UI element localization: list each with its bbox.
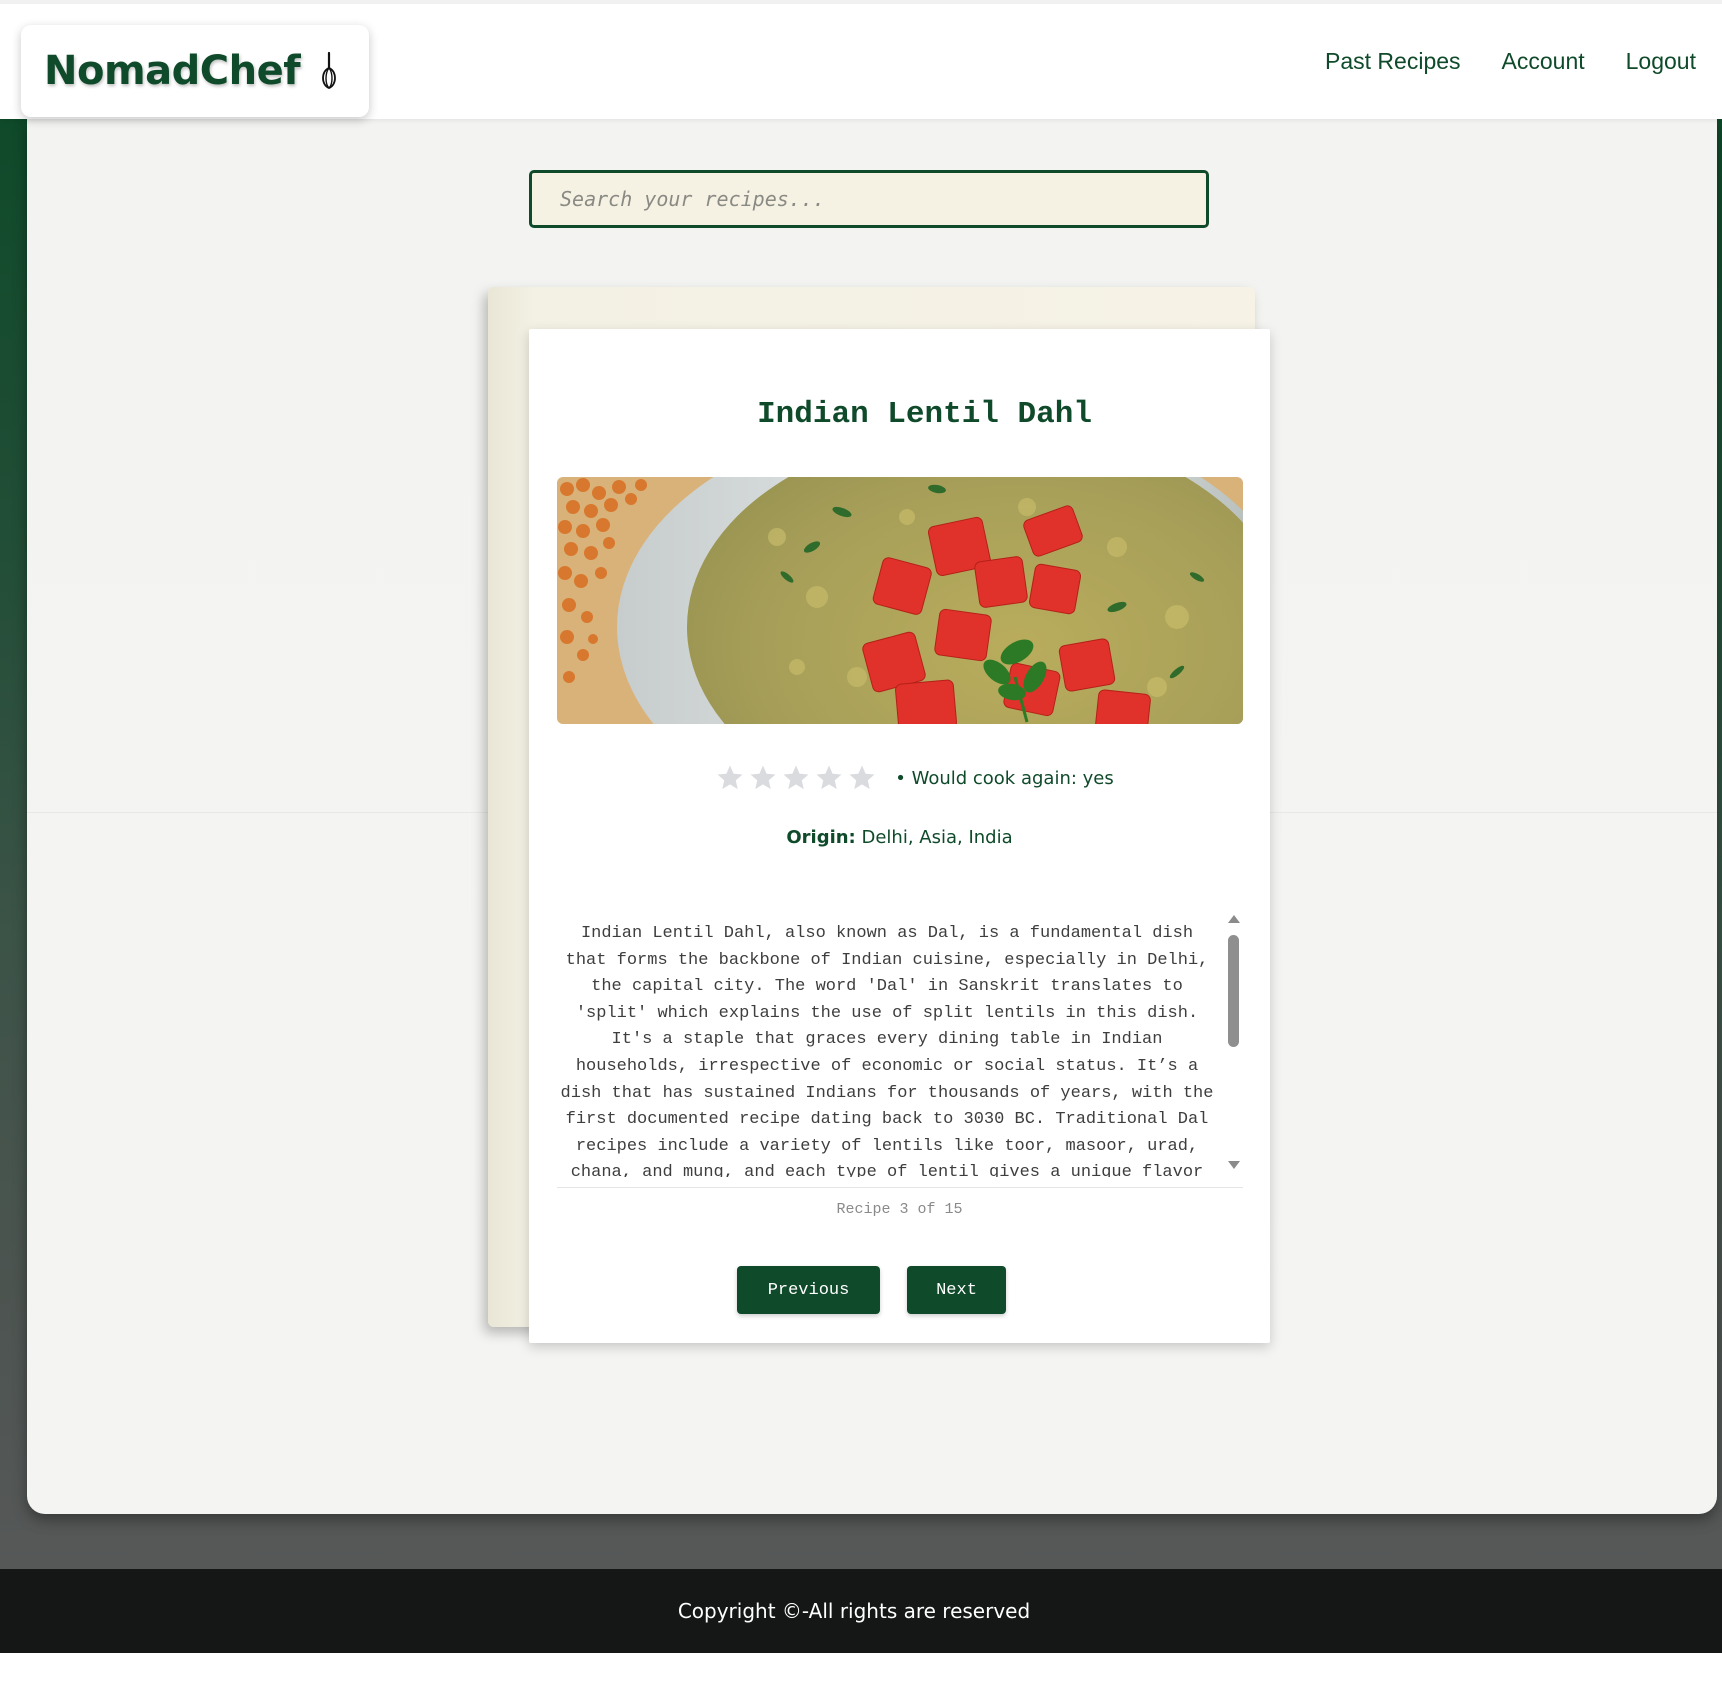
whisk-icon [318,51,340,91]
star-icon[interactable] [715,763,745,793]
search-input[interactable] [529,170,1209,228]
nav-logout[interactable]: Logout [1626,48,1696,75]
card-divider [557,1187,1243,1188]
recipe-counter: Recipe 3 of 15 [836,1201,963,1218]
scroll-thumb[interactable] [1228,935,1239,1047]
star-rating[interactable] [715,763,877,793]
description-scroll-area[interactable]: Indian Lentil Dahl, also known as Dal, i… [557,909,1243,1177]
nav-account[interactable]: Account [1502,48,1585,75]
main-nav: Past Recipes Account Logout [1325,48,1696,75]
header: NomadChef Past Recipes Account Logout [0,4,1722,119]
origin-value: Delhi, Asia, India [861,827,1013,848]
star-icon[interactable] [748,763,778,793]
logo[interactable]: NomadChef [21,25,369,117]
recipe-image [557,477,1243,724]
star-icon[interactable] [847,763,877,793]
recipe-card: Indian Lentil Dahl • Would cook again: y… [529,329,1270,1343]
nav-past-recipes[interactable]: Past Recipes [1325,48,1461,75]
previous-button[interactable]: Previous [737,1266,880,1314]
cook-again-status: • Would cook again: yes [895,767,1114,789]
next-button[interactable]: Next [907,1266,1006,1314]
copyright-text: Copyright ©-All rights are reserved [677,1599,1031,1623]
brand-name: NomadChef [44,48,301,94]
recipe-description: Indian Lentil Dahl, also known as Dal, i… [560,924,1214,1177]
rating-row: • Would cook again: yes [529,763,1270,793]
scroll-down-arrow-icon[interactable] [1228,1161,1240,1169]
footer: Copyright ©-All rights are reserved [0,1569,1722,1653]
star-icon[interactable] [814,763,844,793]
star-icon[interactable] [781,763,811,793]
scroll-up-arrow-icon[interactable] [1228,915,1240,923]
origin-label: Origin: [786,827,856,848]
recipe-title: Indian Lentil Dahl [757,397,1092,432]
origin: Origin: Delhi, Asia, India [529,827,1270,848]
scrollbar[interactable] [1223,909,1243,1177]
